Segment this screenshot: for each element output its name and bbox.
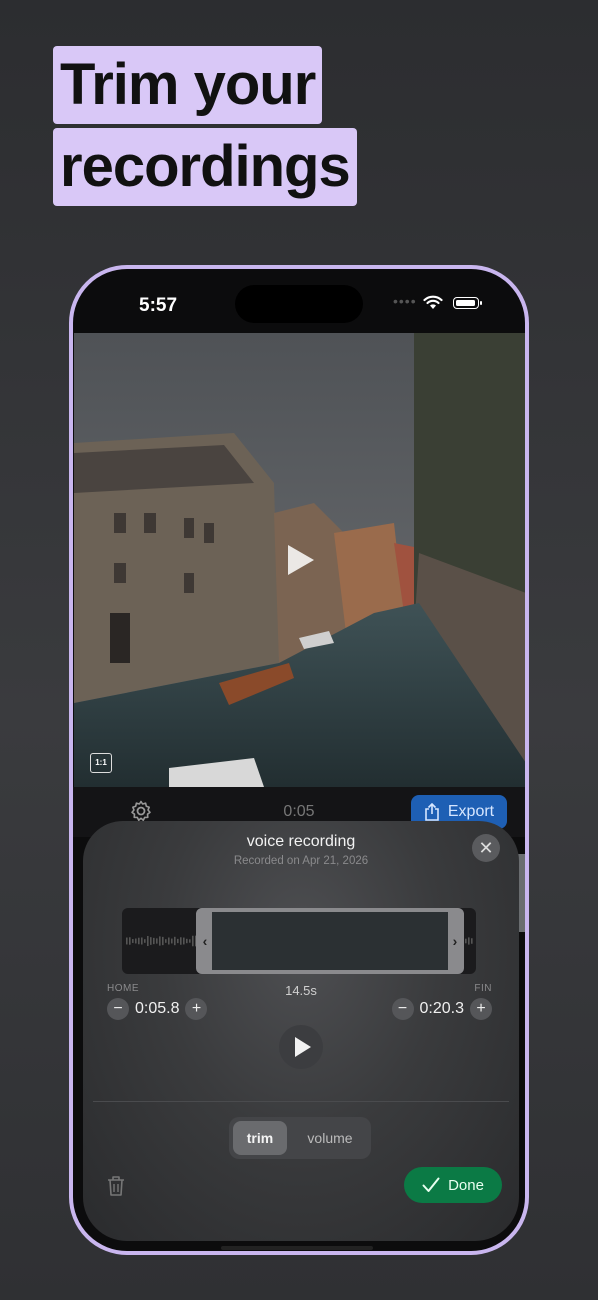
tab-volume[interactable]: volume xyxy=(291,1121,369,1155)
waveform-bar xyxy=(168,937,170,945)
aspect-ratio-badge[interactable]: 1:1 xyxy=(90,753,112,773)
checkmark-icon xyxy=(422,1177,440,1192)
trim-handle-end[interactable]: › xyxy=(448,912,462,970)
waveform-bar xyxy=(189,939,191,943)
waveform-bar xyxy=(162,936,164,946)
video-preview[interactable]: 1:1 xyxy=(74,333,525,787)
trim-selection[interactable]: ‹ › xyxy=(196,908,464,974)
waveform-bar xyxy=(186,938,188,944)
waveform-bar xyxy=(177,938,179,944)
play-overlay-icon[interactable] xyxy=(286,543,316,577)
close-button[interactable]: ✕ xyxy=(472,834,500,862)
tab-trim[interactable]: trim xyxy=(233,1121,287,1155)
waveform-bar xyxy=(183,937,185,945)
done-button[interactable]: Done xyxy=(404,1167,502,1203)
start-time-value: 0:05.8 xyxy=(135,1000,180,1017)
waveform-bar xyxy=(159,936,161,946)
status-bar: 5:57 •••• xyxy=(73,269,525,333)
end-decrement-button[interactable]: − xyxy=(391,998,414,1020)
waveform-bar xyxy=(135,938,137,944)
end-time-stepper: − 0:20.3 + xyxy=(391,998,492,1020)
divider xyxy=(93,1101,509,1102)
start-decrement-button[interactable]: − xyxy=(107,998,129,1020)
dynamic-island xyxy=(235,285,363,323)
waveform-bar xyxy=(471,938,473,944)
status-time: 5:57 xyxy=(139,295,178,316)
headline-line-1: Trim your xyxy=(53,46,323,124)
waveform-bar xyxy=(180,937,182,945)
waveform-bar xyxy=(174,936,176,946)
waveform-bar xyxy=(165,939,167,943)
trim-sheet: voice recording Recorded on Apr 21, 2026… xyxy=(83,821,519,1241)
waveform-bar xyxy=(147,935,149,947)
waveform-bar xyxy=(132,939,134,943)
wifi-icon xyxy=(423,295,443,309)
waveform-bar xyxy=(171,938,173,944)
waveform-bar xyxy=(150,937,152,945)
duration-label: 14.5s xyxy=(285,983,317,998)
waveform-bar xyxy=(129,937,131,945)
waveform-bar xyxy=(138,937,140,945)
sheet-subtitle: Recorded on Apr 21, 2026 xyxy=(233,855,369,867)
export-label: Export xyxy=(447,803,495,820)
cellular-dots-icon: •••• xyxy=(393,293,417,309)
share-icon xyxy=(425,803,439,821)
headline: Trim your recordings xyxy=(53,46,357,210)
waveform-bar xyxy=(465,938,467,944)
waveform-bar xyxy=(141,937,143,945)
battery-icon xyxy=(453,297,482,309)
end-label: FIN xyxy=(474,983,492,994)
home-indicator xyxy=(221,1246,373,1250)
start-time-stepper: − 0:05.8 + xyxy=(107,998,208,1020)
waveform-bar xyxy=(144,939,146,943)
mode-segmented-control: trim volume xyxy=(229,1117,371,1159)
trim-handle-start[interactable]: ‹ xyxy=(198,912,212,970)
waveform-bar xyxy=(156,938,158,944)
end-time-value: 0:20.3 xyxy=(419,1000,464,1017)
waveform-bar xyxy=(192,935,194,947)
play-icon xyxy=(295,1037,311,1057)
sheet-title: voice recording xyxy=(246,833,356,850)
waveform-track[interactable]: ‹ › xyxy=(122,908,476,974)
start-increment-button[interactable]: + xyxy=(185,998,208,1020)
headline-line-2: recordings xyxy=(53,128,357,206)
trash-icon[interactable] xyxy=(106,1175,126,1197)
phone-frame: 5:57 •••• 1:1 0:05 Export voice recordin… xyxy=(69,265,529,1255)
waveform-bar xyxy=(126,937,128,945)
waveform-bar xyxy=(153,937,155,945)
waveform-bar xyxy=(468,937,470,945)
done-label: Done xyxy=(448,1176,484,1194)
play-button[interactable] xyxy=(279,1025,323,1069)
end-increment-button[interactable]: + xyxy=(470,998,492,1020)
